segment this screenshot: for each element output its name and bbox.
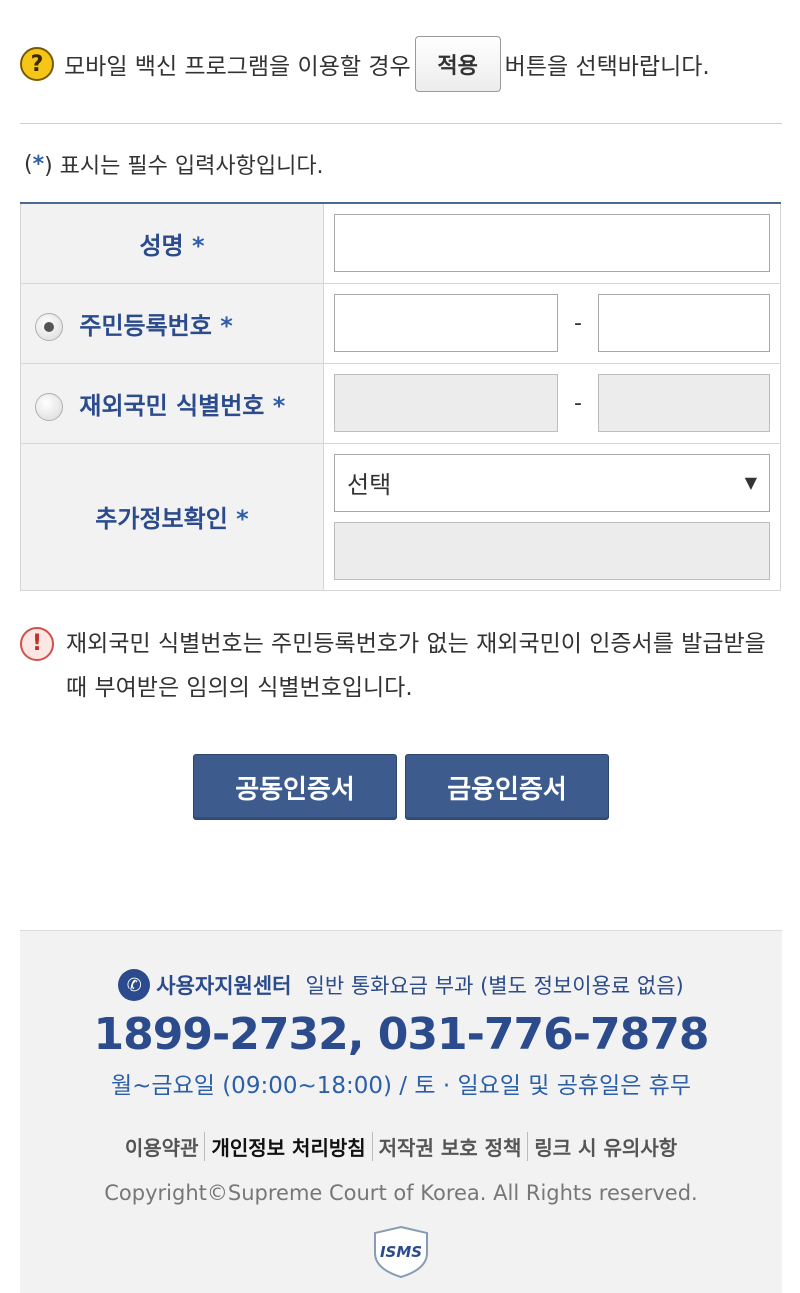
terms-link[interactable]: 이용약관 [119,1132,206,1161]
divider [20,123,782,124]
joint-cert-button[interactable]: 공동인증서 [193,754,397,820]
foreign-front-input[interactable] [334,374,558,432]
foreign-label: 재외국민 식별번호 [79,391,265,420]
footer-links: 이용약관 개인정보 처리방침 저작권 보호 정책 링크 시 유의사항 [20,1132,782,1161]
extra-info-input[interactable] [334,521,770,580]
caret-down-icon: ▼ [744,473,757,492]
support-desc: 일반 통화요금 부과 (별도 정보이용료 없음) [305,974,684,998]
copyright-policy-link[interactable]: 저작권 보호 정책 [373,1132,529,1161]
exclamation-icon: ! [20,627,54,661]
rrn-radio[interactable] [35,312,63,341]
foreign-label-cell: 재외국민 식별번호 * [20,362,324,444]
extra-label-cell: 추가정보확인 * [20,442,324,591]
select-value: 선택 [347,471,392,499]
name-input[interactable] [334,214,770,273]
dash: - [574,310,582,336]
required-star-icon: * [220,311,233,340]
required-note: ( * ) 표시는 필수 입력사항입니다. [24,151,324,180]
required-star-icon: * [32,151,45,177]
phone-icon: ✆ [118,969,151,1001]
foreign-id-notice-text: 재외국민 식별번호는 주민등록번호가 없는 재외국민이 인증서를 발급받을 때 … [66,631,766,701]
required-star-icon: * [236,505,249,533]
mobile-vaccine-notice: ? 모바일 백신 프로그램을 이용할 경우 적용 버튼을 선택바랍니다. [20,36,710,92]
copyright: Copyright©Supreme Court of Korea. All Ri… [104,1181,698,1205]
rrn-back-input[interactable] [598,294,770,352]
identity-form: 성명 * 주민등록번호 * - 재외국민 식별번호 * - 추가정보확인 * 선… [20,202,781,591]
support-title: 사용자지원센터 [156,974,292,998]
foreign-radio[interactable] [35,392,63,421]
question-icon: ? [20,47,54,81]
required-star-icon: * [272,391,286,420]
isms-badge-icon: ISMS [374,1225,428,1279]
dash: - [574,390,582,416]
privacy-policy-link[interactable]: 개인정보 처리방침 [205,1132,373,1161]
name-label: 성명 [139,231,184,260]
rrn-label-cell: 주민등록번호 * [20,282,324,364]
apply-button[interactable]: 적용 [414,36,501,92]
cert-buttons: 공동인증서 금융인증서 [193,754,609,820]
isms-badge-text: ISMS [380,1243,422,1261]
support-hours: 월~금요일 (09:00~18:00) / 토 · 일요일 및 공휴일은 휴무 [110,1073,691,1099]
financial-cert-button[interactable]: 금융인증서 [405,754,609,820]
footer: ✆ 사용자지원센터 일반 통화요금 부과 (별도 정보이용료 없음) 1899-… [20,930,782,1293]
phone-numbers: 1899-2732, 031-776-7878 [93,1009,710,1060]
extra-info-select[interactable]: 선택 ▼ [334,453,770,512]
rrn-label: 주민등록번호 [79,311,212,340]
support-center: ✆ 사용자지원센터 일반 통화요금 부과 (별도 정보이용료 없음) [20,969,782,1001]
rrn-front-input[interactable] [334,294,558,352]
notice-text-after: 버튼을 선택바랍니다. [504,54,710,80]
required-star-icon: * [191,231,205,260]
link-notice-link[interactable]: 링크 시 유의사항 [528,1132,683,1161]
notice-text-before: 모바일 백신 프로그램을 이용할 경우 [64,54,411,80]
name-label-cell: 성명 * [20,202,324,284]
foreign-id-notice: ! 재외국민 식별번호는 주민등록번호가 없는 재외국민이 인증서를 발급받을 … [20,622,782,710]
foreign-back-input[interactable] [598,374,770,432]
extra-label: 추가정보확인 [95,505,228,533]
